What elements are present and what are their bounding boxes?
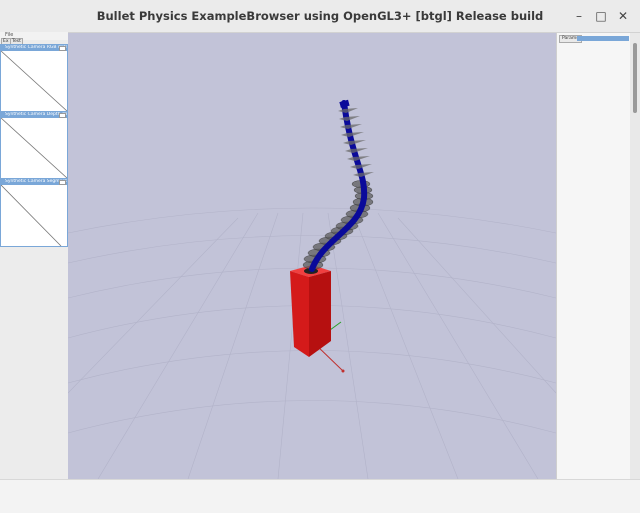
- parameter-panel[interactable]: Params: [556, 33, 631, 479]
- fin-stack: [338, 108, 374, 177]
- minimize-icon[interactable]: –: [571, 8, 587, 24]
- depth-image-window[interactable]: Synthetic Camera Depth data: [0, 111, 68, 179]
- segmentation-image-window[interactable]: Synthetic Camera Segmentation Mask: [0, 178, 68, 247]
- rgb-window-title: Synthetic Camera RGB data: [1, 45, 67, 51]
- scene: [68, 99, 556, 479]
- window-toggle-icon[interactable]: [59, 113, 66, 118]
- scrollbar-thumb[interactable]: [633, 43, 637, 113]
- window-title: Bullet Physics ExampleBrowser using Open…: [96, 9, 544, 23]
- rgb-image: [1, 51, 67, 111]
- box-right: [309, 271, 331, 357]
- rgb-image-window[interactable]: Synthetic Camera RGB data: [0, 44, 68, 112]
- params-header-bar: [577, 36, 629, 41]
- box-left: [290, 271, 309, 357]
- maximize-icon[interactable]: □: [593, 8, 609, 24]
- segmentation-image: [1, 185, 62, 246]
- 3d-viewport[interactable]: [68, 33, 556, 479]
- console-area[interactable]: [0, 479, 640, 513]
- x-axis-end: [341, 369, 345, 373]
- window-toggle-icon[interactable]: [59, 46, 66, 51]
- close-icon[interactable]: ✕: [615, 8, 631, 24]
- depth-window-title: Synthetic Camera Depth data: [1, 112, 67, 118]
- window-titlebar[interactable]: Bullet Physics ExampleBrowser using Open…: [0, 0, 640, 33]
- rod-tip: [339, 99, 350, 108]
- vertical-scrollbar[interactable]: [630, 33, 640, 479]
- depth-image: [1, 118, 67, 178]
- segmentation-window-title: Synthetic Camera Segmentation Mask: [1, 179, 67, 185]
- y-axis: [329, 321, 342, 331]
- window-toggle-icon[interactable]: [59, 180, 66, 185]
